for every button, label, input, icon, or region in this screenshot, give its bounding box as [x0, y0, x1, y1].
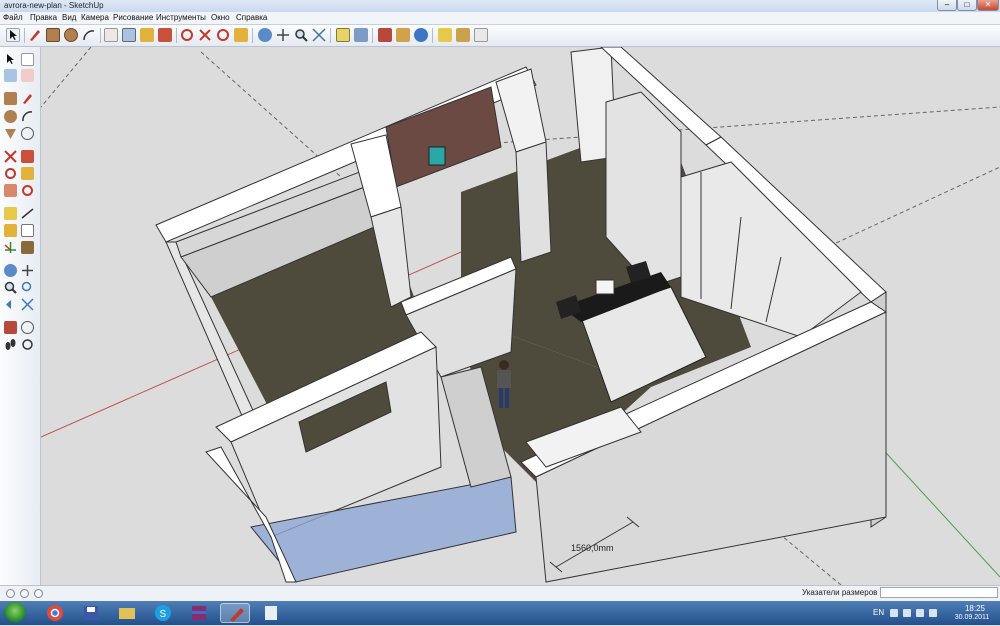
follow-me-icon[interactable] [21, 167, 34, 180]
protractor-icon[interactable] [4, 224, 17, 237]
explorer-icon[interactable] [112, 603, 142, 623]
axes-icon[interactable] [4, 241, 17, 254]
position-camera-icon[interactable] [378, 28, 392, 42]
freehand-icon[interactable] [21, 127, 34, 140]
svg-text:S: S [160, 609, 167, 620]
close-button[interactable]: ✕ [977, 0, 999, 11]
paint-bucket-icon[interactable] [122, 28, 136, 42]
menu-file[interactable]: Файл [3, 13, 23, 22]
pencil-icon[interactable] [28, 28, 42, 42]
arc-icon[interactable] [82, 28, 96, 42]
move-icon[interactable] [158, 28, 172, 42]
text-icon[interactable] [21, 224, 34, 237]
minimize-button[interactable]: – [937, 0, 957, 11]
network-icon[interactable] [903, 609, 911, 617]
orbit-icon[interactable] [258, 28, 272, 42]
credits-icon[interactable] [20, 589, 29, 598]
measurements-field[interactable] [880, 587, 998, 598]
rectangle-icon[interactable] [4, 92, 17, 105]
measurements-label: Указатели размеров [802, 588, 878, 597]
3d-text-icon[interactable] [21, 241, 34, 254]
main-toolbar [0, 25, 1000, 47]
dimension-label[interactable]: 1560,0mm [571, 543, 614, 553]
menu-draw[interactable]: Рисование [113, 13, 153, 22]
start-button[interactable] [4, 602, 26, 624]
maximize-button[interactable]: □ [957, 0, 977, 11]
look-around-icon[interactable] [414, 28, 428, 42]
rectangle-icon[interactable] [46, 28, 60, 42]
volume-icon[interactable] [929, 609, 937, 617]
circle-icon[interactable] [4, 110, 17, 123]
scale-icon[interactable] [234, 28, 248, 42]
save-icon[interactable] [76, 603, 106, 623]
scale-icon[interactable] [4, 184, 17, 197]
walk-icon[interactable] [396, 28, 410, 42]
menu-view[interactable]: Вид [62, 13, 76, 22]
zoom-extents-icon[interactable] [312, 28, 326, 42]
paint-bucket-icon[interactable] [4, 69, 17, 82]
walk-icon[interactable] [4, 338, 17, 351]
components-icon[interactable] [438, 28, 452, 42]
materials-icon[interactable] [456, 28, 470, 42]
pan-icon[interactable] [276, 28, 290, 42]
polygon-icon[interactable] [4, 127, 17, 140]
eraser-icon[interactable] [21, 69, 34, 82]
flag-icon[interactable] [916, 609, 924, 617]
offset-icon[interactable] [21, 184, 34, 197]
offset-icon[interactable] [216, 28, 230, 42]
styles-icon[interactable] [474, 28, 488, 42]
zoom-icon[interactable] [4, 281, 17, 294]
chrome-icon[interactable] [40, 603, 70, 623]
skype-icon[interactable]: S [148, 603, 178, 623]
menu-help[interactable]: Справка [236, 13, 267, 22]
sketchup-icon[interactable] [220, 603, 250, 623]
menu-bar: Файл Правка Вид Камера Рисование Инструм… [0, 12, 1000, 25]
zoom-window-icon[interactable] [21, 281, 34, 294]
look-around-icon[interactable] [21, 321, 34, 334]
language-indicator[interactable]: EN [873, 608, 884, 617]
move-icon[interactable] [4, 150, 17, 163]
arc-icon[interactable] [21, 110, 34, 123]
eraser-icon[interactable] [104, 28, 118, 42]
pencil-icon[interactable] [21, 92, 34, 105]
circle-icon[interactable] [64, 28, 78, 42]
side-table [595, 279, 615, 295]
tray-icon[interactable] [890, 609, 898, 617]
section-plane-icon[interactable] [21, 338, 34, 351]
help-icon[interactable] [34, 589, 43, 598]
clock-time[interactable]: 18:25 [955, 604, 995, 613]
pan-icon[interactable] [21, 264, 34, 277]
tape-measure-icon[interactable] [4, 207, 17, 220]
position-camera-icon[interactable] [4, 321, 17, 334]
select-icon[interactable] [6, 28, 20, 42]
push-pull-icon[interactable] [140, 28, 154, 42]
bathroom-window [428, 146, 446, 166]
rotate-icon[interactable] [180, 28, 194, 42]
rotate-icon[interactable] [4, 167, 17, 180]
zoom-icon[interactable] [294, 28, 308, 42]
menu-window[interactable]: Окно [211, 13, 230, 22]
dimension-icon[interactable] [21, 207, 34, 220]
previous-view-icon[interactable] [4, 298, 17, 311]
zoom-extents-icon[interactable] [21, 298, 34, 311]
model-viewport[interactable]: 1560,0mm [41, 47, 1000, 585]
bath-partition-side [515, 141, 552, 263]
component-icon[interactable] [21, 53, 34, 66]
menu-tools[interactable]: Инструменты [156, 13, 206, 22]
push-pull-icon[interactable] [21, 150, 34, 163]
geo-location-icon[interactable] [6, 589, 15, 598]
select-icon[interactable] [4, 53, 17, 66]
tape-measure-icon[interactable] [336, 28, 350, 42]
winrar-icon[interactable] [184, 603, 214, 623]
follow-me-icon[interactable] [198, 28, 212, 42]
menu-edit[interactable]: Правка [30, 13, 57, 22]
orbit-icon[interactable] [4, 264, 17, 277]
clock-date[interactable]: 30.09.2011 [947, 614, 997, 621]
left-toolbar [0, 47, 41, 585]
menu-camera[interactable]: Камера [81, 13, 109, 22]
section-icon[interactable] [354, 28, 368, 42]
window-title: avrora-new-plan - SketchUp [4, 1, 104, 10]
notepad-icon[interactable] [256, 603, 286, 623]
